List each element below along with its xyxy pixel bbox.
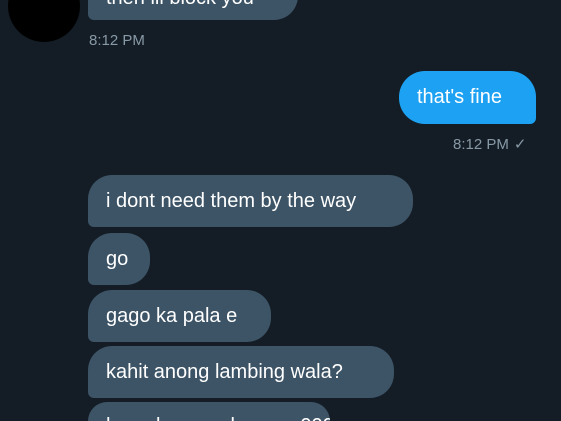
message-text: kahit anong lambing wala? xyxy=(106,361,343,383)
message-bubble-incoming[interactable]: gago ka pala e xyxy=(88,290,271,342)
message-bubble-incoming[interactable]: ha nakaw mo bawo... 999 xyxy=(88,402,330,421)
message-text: go xyxy=(106,248,129,270)
message-bubble-incoming[interactable]: i dont need them by the way xyxy=(88,175,413,227)
message-text: i dont need them by the way xyxy=(106,190,357,212)
message-bubble-incoming[interactable]: then ill block you xyxy=(88,0,298,20)
message-text: gago ka pala e xyxy=(106,305,238,327)
message-bubble-outgoing[interactable]: that's fine xyxy=(399,71,536,124)
message-text: then ill block you xyxy=(106,0,254,9)
message-bubble-incoming[interactable]: go xyxy=(88,233,150,285)
message-timestamp: 8:12 PM ✓ xyxy=(453,136,527,153)
message-timestamp: 8:12 PM xyxy=(89,32,145,49)
message-bubble-incoming[interactable]: kahit anong lambing wala? xyxy=(88,346,394,398)
message-text: ha nakaw mo bawo... 999 xyxy=(106,402,330,421)
contact-avatar[interactable] xyxy=(8,0,80,42)
check-icon: ✓ xyxy=(513,136,527,153)
message-text: that's fine xyxy=(417,86,502,108)
